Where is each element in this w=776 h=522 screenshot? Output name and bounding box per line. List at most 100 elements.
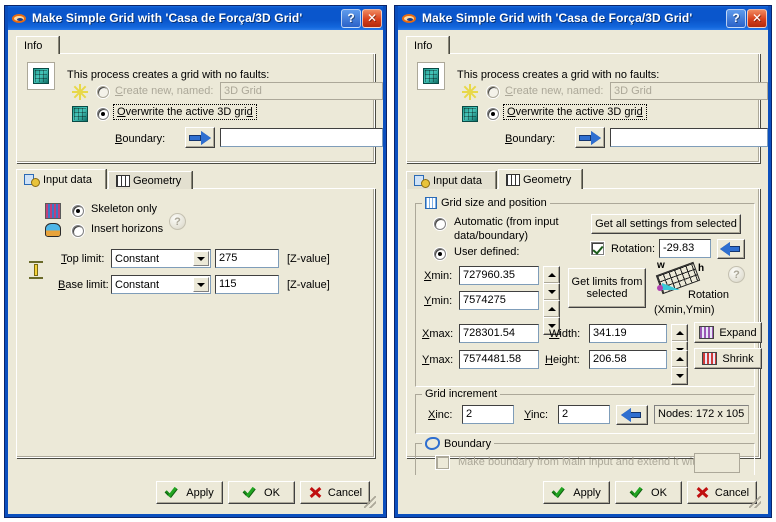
grid-increment-arrow-button[interactable] xyxy=(616,405,648,425)
xinc-field[interactable]: 2 xyxy=(462,405,514,424)
shrink-button[interactable]: Shrink xyxy=(694,348,762,369)
client-area-left: Info This process creates a grid with no… xyxy=(8,30,383,514)
base-limit-label: Base limit: xyxy=(58,279,109,291)
process-description: This process creates a grid with no faul… xyxy=(457,69,660,81)
diagram-rotation-label: Rotation xyxy=(688,289,729,301)
apply-button[interactable]: Apply xyxy=(543,481,610,504)
question-mark-icon[interactable]: ? xyxy=(169,213,186,230)
radio-create-new[interactable] xyxy=(487,86,499,98)
rotation-label: Rotation: xyxy=(611,243,656,255)
tab-geometry-label: Geometry xyxy=(523,174,572,186)
window-title: Make Simple Grid with 'Casa de Força/3D … xyxy=(422,11,693,25)
tab-info[interactable]: Info xyxy=(16,36,59,54)
close-button[interactable]: ✕ xyxy=(747,8,767,28)
ymin-spin-up[interactable] xyxy=(543,300,560,318)
make-boundary-extend-field[interactable] xyxy=(694,453,740,473)
base-limit-value[interactable]: 115 xyxy=(215,275,279,294)
width-spin-up[interactable] xyxy=(671,324,688,342)
make-boundary-checkbox[interactable] xyxy=(436,456,449,469)
resize-grip[interactable] xyxy=(749,496,761,508)
boundary-group: Boundary Make boundary from Main input a… xyxy=(415,437,755,479)
diagram-origin-label: (Xmin,Ymin) xyxy=(654,304,715,316)
rotation-checkbox[interactable] xyxy=(591,242,604,255)
boundary-select-button[interactable] xyxy=(575,127,605,148)
boundary-field[interactable] xyxy=(610,128,768,147)
apply-label: Apply xyxy=(573,486,601,499)
radio-create-new[interactable] xyxy=(97,86,109,98)
close-button[interactable]: ✕ xyxy=(362,8,382,28)
get-limits-button[interactable]: Get limits from selected xyxy=(568,268,646,308)
width-label: Width: xyxy=(549,328,581,340)
grid-size-group: Grid size and position Automatic (from i… xyxy=(415,197,762,387)
xmin-field[interactable]: 727960.35 xyxy=(459,266,539,285)
title-bar-left[interactable]: Make Simple Grid with 'Casa de Força/3D … xyxy=(5,6,386,30)
height-label: Height: xyxy=(545,354,580,366)
xmin-spin-down[interactable] xyxy=(543,283,560,301)
tab-input-data[interactable]: Input data xyxy=(16,169,106,189)
title-bar-right[interactable]: Make Simple Grid with 'Casa de Força/3D … xyxy=(395,6,771,30)
client-area-right: Info This process creates a grid with no… xyxy=(398,30,768,514)
help-button[interactable]: ? xyxy=(726,8,746,28)
ok-button[interactable]: OK xyxy=(615,481,682,504)
tab-geometry[interactable]: Geometry xyxy=(108,171,192,189)
tab-input-data-label: Input data xyxy=(433,175,482,187)
base-limit-combo[interactable]: Constant xyxy=(111,275,211,294)
boundary-caption-text: Boundary xyxy=(444,437,492,450)
width-field[interactable]: 341.19 xyxy=(589,324,667,343)
process-description: This process creates a grid with no faul… xyxy=(67,69,270,81)
radio-user-defined[interactable] xyxy=(434,248,446,260)
expand-button[interactable]: Expand xyxy=(694,322,762,343)
question-mark-icon[interactable]: ? xyxy=(728,266,745,283)
boundary-loop-icon xyxy=(425,437,440,450)
rotation-value[interactable]: -29.83 xyxy=(659,239,711,258)
xmax-field[interactable]: 728301.54 xyxy=(459,324,539,343)
boundary-field[interactable] xyxy=(220,128,383,147)
grid-table-icon xyxy=(116,175,130,187)
tab-geometry[interactable]: Geometry xyxy=(498,169,582,189)
xmin-spin-up[interactable] xyxy=(543,266,560,284)
tab-info[interactable]: Info xyxy=(406,36,449,54)
create-new-label: Create new, named: xyxy=(505,85,604,97)
radio-overwrite-active[interactable] xyxy=(97,108,109,120)
yinc-field[interactable]: 2 xyxy=(558,405,610,424)
boundary-label: Boundary: xyxy=(505,133,556,145)
ymax-field[interactable]: 7574481.58 xyxy=(459,350,539,369)
rotation-arrow-button[interactable] xyxy=(717,239,745,259)
cancel-button[interactable]: Cancel xyxy=(687,481,757,504)
apply-button[interactable]: Apply xyxy=(156,481,223,504)
help-button[interactable]: ? xyxy=(341,8,361,28)
grid-cells-icon xyxy=(45,203,61,219)
chevron-down-icon[interactable] xyxy=(193,251,209,266)
window-title: Make Simple Grid with 'Casa de Força/3D … xyxy=(32,11,303,25)
top-limit-value[interactable]: 275 xyxy=(215,249,279,268)
create-new-name-field[interactable]: 3D Grid xyxy=(220,82,383,100)
height-spin-up[interactable] xyxy=(671,350,688,368)
height-spin-down[interactable] xyxy=(671,367,688,385)
radio-insert-horizons[interactable] xyxy=(72,225,84,237)
boundary-select-button[interactable] xyxy=(185,127,215,148)
cancel-button[interactable]: Cancel xyxy=(300,481,370,504)
get-all-settings-button[interactable]: Get all settings from selected xyxy=(591,214,741,234)
ok-button[interactable]: OK xyxy=(228,481,295,504)
info-panel-right: This process creates a grid with no faul… xyxy=(406,53,768,163)
height-field[interactable]: 206.58 xyxy=(589,350,667,369)
radio-overwrite-active[interactable] xyxy=(487,108,499,120)
radio-automatic[interactable] xyxy=(434,218,446,230)
cancel-label: Cancel xyxy=(714,486,750,499)
chevron-down-icon[interactable] xyxy=(193,277,209,292)
red-x-icon xyxy=(695,486,709,499)
ymin-field[interactable]: 7574275 xyxy=(459,291,539,310)
process-icon-frame xyxy=(417,62,445,90)
resize-grip[interactable] xyxy=(364,496,376,508)
overwrite-cube-icon xyxy=(72,106,88,122)
input-data-icon xyxy=(24,173,40,187)
top-limit-combo[interactable]: Constant xyxy=(111,249,211,268)
info-panel-left: This process creates a grid with no faul… xyxy=(16,53,383,163)
xmin-label: Xmin: xyxy=(424,270,453,282)
create-new-name-field[interactable]: 3D Grid xyxy=(610,82,768,100)
radio-skeleton-only[interactable] xyxy=(72,205,84,217)
shrink-label: Shrink xyxy=(722,352,754,365)
tab-input-data[interactable]: Input data xyxy=(406,171,496,189)
tab-input-data-label: Input data xyxy=(43,174,92,186)
ymax-label: Ymax: xyxy=(422,354,454,366)
